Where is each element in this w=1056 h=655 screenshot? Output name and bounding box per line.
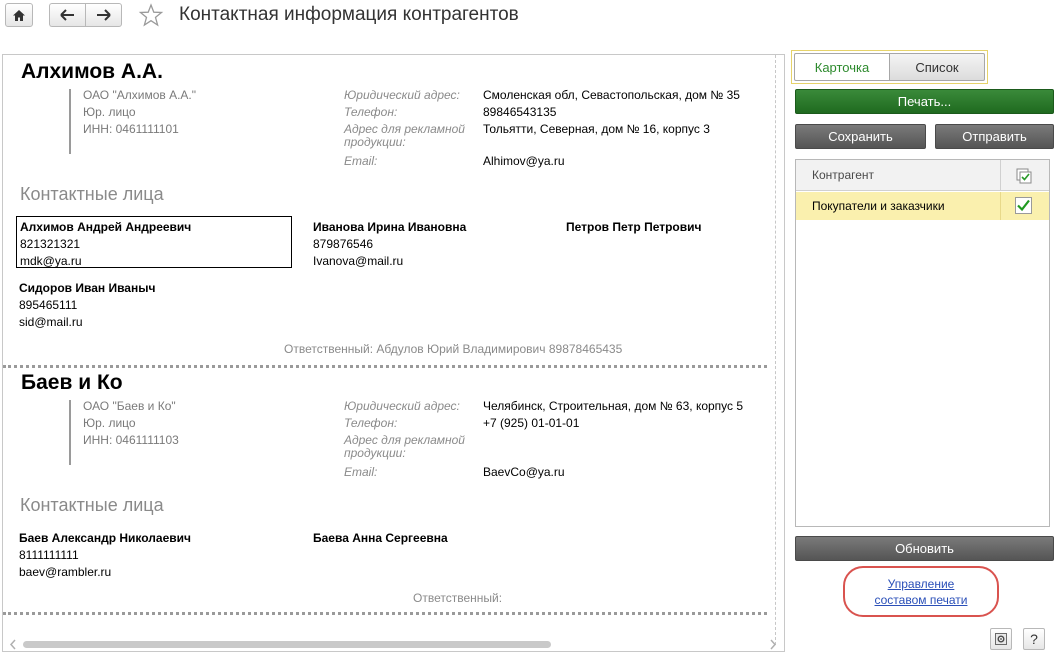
contacts-title: Контактные лица xyxy=(20,495,164,515)
contact-card[interactable]: Баева Анна Сергеевна xyxy=(310,528,586,580)
contact-email: sid@mail.ru xyxy=(19,315,83,329)
manage-print-content-link[interactable]: Управление составом печати xyxy=(843,566,999,617)
send-button[interactable]: Отправить xyxy=(935,124,1054,149)
home-button[interactable] xyxy=(5,3,33,27)
contact-name: Иванова Ирина Ивановна xyxy=(313,220,467,234)
scroll-right-icon[interactable] xyxy=(769,639,777,650)
phone-value: +7 (925) 01-01-01 xyxy=(483,416,580,430)
contact-name: Баев Александр Николаевич xyxy=(19,531,191,545)
contacts-title: Контактные лица xyxy=(20,184,164,204)
manage-link-line2[interactable]: составом печати xyxy=(875,592,968,608)
company-legal-name: ОАО "Баев и Ко" xyxy=(83,399,176,413)
contact-phone: 879876546 xyxy=(313,237,374,251)
requisites-bar xyxy=(69,89,71,154)
settings-icon xyxy=(995,633,1007,645)
contact-name: Баева Анна Сергеевна xyxy=(313,531,448,545)
company-inn: ИНН: 0461111103 xyxy=(83,433,179,447)
phone-value: 89846543135 xyxy=(483,105,557,119)
legal-address-value: Смоленская обл, Севастопольская, дом № 3… xyxy=(483,88,740,102)
arrow-left-icon xyxy=(60,9,74,21)
email-value: BaevCo@ya.ru xyxy=(483,465,565,479)
contact-card[interactable]: Сидоров Иван Иваныч 895465111 sid@mail.r… xyxy=(16,278,292,330)
page-edge-divider xyxy=(775,55,776,645)
legal-address-label: Юридический адрес: xyxy=(344,88,460,102)
back-button[interactable] xyxy=(49,3,86,27)
legal-address-value: Челябинск, Строительная, дом № 63, корпу… xyxy=(483,399,744,413)
select-all-icon[interactable] xyxy=(1014,166,1032,184)
ad-address-label: Адрес для рекламной продукции: xyxy=(344,122,465,149)
mode-list-button[interactable]: Список xyxy=(890,53,985,81)
checkmark-icon xyxy=(1017,199,1030,212)
contact-card[interactable]: Баев Александр Николаевич 8111111111 bae… xyxy=(16,528,292,580)
company-legal-name: ОАО "Алхимов А.А." xyxy=(83,88,197,102)
requisites-bar xyxy=(69,400,71,465)
contact-email: Ivanova@mail.ru xyxy=(313,254,404,268)
contact-name: Петров Петр Петрович xyxy=(566,220,702,234)
manage-link-line1[interactable]: Управление xyxy=(888,576,955,592)
row-label: Покупатели и заказчики xyxy=(812,199,945,213)
contact-card[interactable]: Иванова Ирина Ивановна 879876546 Ivanova… xyxy=(310,217,586,269)
report-area[interactable]: Алхимов А.А. ОАО "Алхимов А.А." Юр. лицо… xyxy=(2,54,785,652)
phone-label: Телефон: xyxy=(344,105,398,119)
company-separator xyxy=(3,612,767,615)
scroll-left-icon[interactable] xyxy=(9,639,17,650)
print-button[interactable]: Печать... xyxy=(795,89,1054,114)
contact-name: Алхимов Андрей Андреевич xyxy=(20,220,192,234)
forward-button[interactable] xyxy=(85,3,122,27)
home-icon xyxy=(13,9,25,21)
settings-button[interactable] xyxy=(990,628,1012,650)
ad-address-label: Адрес для рекламной продукции: xyxy=(344,433,465,460)
company-separator xyxy=(3,365,767,368)
contact-phone: 8111111111 xyxy=(19,548,79,562)
legal-address-label: Юридический адрес: xyxy=(344,399,460,413)
company-name: Баев и Ко xyxy=(21,371,123,394)
responsible-person: Ответственный: xyxy=(413,591,503,605)
email-label: Email: xyxy=(344,154,378,168)
phone-label: Телефон: xyxy=(344,416,398,430)
row-checkbox[interactable] xyxy=(1015,197,1032,214)
counterparty-filter-table: Контрагент Покупатели и заказчики xyxy=(795,159,1050,527)
column-divider xyxy=(1000,192,1001,220)
email-label: Email: xyxy=(344,465,378,479)
email-value: Alhimov@ya.ru xyxy=(483,154,565,168)
contact-card[interactable]: Петров Петр Петрович xyxy=(563,217,784,269)
contact-email: mdk@ya.ru xyxy=(20,254,82,268)
column-header-counterparty: Контрагент xyxy=(812,168,875,182)
contact-name: Сидоров Иван Иваныч xyxy=(19,281,156,295)
horizontal-scrollbar[interactable] xyxy=(23,641,551,648)
ad-address-value: Тольятти, Северная, дом № 16, корпус 3 xyxy=(483,122,710,136)
table-row[interactable]: Покупатели и заказчики xyxy=(796,192,1049,220)
responsible-person: Ответственный: Абдулов Юрий Владимирович… xyxy=(284,342,623,356)
company-inn: ИНН: 0461111101 xyxy=(83,122,179,136)
help-button[interactable]: ? xyxy=(1023,628,1045,650)
contact-phone: 895465111 xyxy=(19,298,78,312)
contact-email: baev@rambler.ru xyxy=(19,565,112,579)
view-mode-switch: Карточка Список xyxy=(791,50,988,84)
window-title: Контактная информация контрагентов xyxy=(179,4,519,25)
contact-phone: 821321321 xyxy=(20,237,81,251)
table-header: Контрагент xyxy=(796,160,1049,191)
column-divider xyxy=(1000,160,1001,191)
save-button[interactable]: Сохранить xyxy=(795,124,926,149)
arrow-right-icon xyxy=(97,9,111,21)
company-name: Алхимов А.А. xyxy=(21,60,163,83)
star-icon[interactable] xyxy=(138,3,164,27)
mode-card-button[interactable]: Карточка xyxy=(794,53,890,81)
contact-card[interactable]: Алхимов Андрей Андреевич 821321321 mdk@y… xyxy=(16,216,292,268)
company-type: Юр. лицо xyxy=(83,105,136,119)
refresh-button[interactable]: Обновить xyxy=(795,536,1054,561)
company-type: Юр. лицо xyxy=(83,416,136,430)
